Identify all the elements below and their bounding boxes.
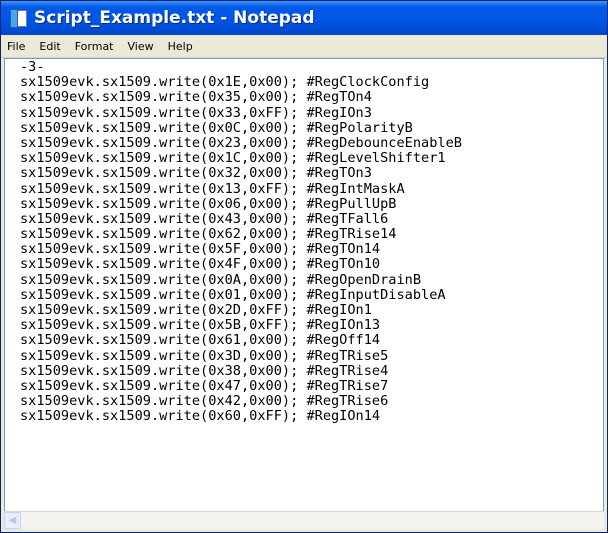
text-line[interactable]: sx1509evk.sx1509.write(0x4F,0x00); #RegT… (20, 257, 462, 272)
text-line[interactable]: sx1509evk.sx1509.write(0x62,0x00); #RegT… (20, 226, 462, 242)
text-line[interactable]: sx1509evk.sx1509.write(0x13,0xFF); #RegI… (20, 181, 462, 197)
menu-view[interactable]: View (121, 40, 161, 53)
text-line[interactable]: sx1509evk.sx1509.write(0x01,0x00); #RegI… (20, 287, 462, 303)
menu-help[interactable]: Help (161, 40, 200, 53)
notepad-window: Script_Example.txt - Notepad File Edit F… (0, 0, 608, 533)
text-line[interactable]: sx1509evk.sx1509.write(0x60,0xFF); #RegI… (20, 409, 462, 424)
menu-bar: File Edit Format View Help (1, 35, 607, 58)
text-editor[interactable]: -3- sx1509evk.sx1509.write(0x1E,0x00); #R… (4, 58, 604, 512)
text-line[interactable]: sx1509evk.sx1509.write(0x43,0x00); #RegT… (20, 211, 462, 227)
text-line[interactable]: -3- (20, 59, 462, 75)
menu-format[interactable]: Format (68, 40, 121, 53)
text-line[interactable]: sx1509evk.sx1509.write(0x2D,0xFF); #RegI… (20, 302, 462, 318)
horizontal-scrollbar[interactable]: ◀ (4, 511, 604, 529)
notepad-icon[interactable] (10, 9, 28, 28)
text-line[interactable]: sx1509evk.sx1509.write(0x35,0x00); #RegT… (20, 90, 462, 105)
text-line[interactable]: sx1509evk.sx1509.write(0x06,0x00); #RegP… (20, 196, 462, 212)
menu-file[interactable]: File (1, 40, 32, 53)
text-line[interactable]: sx1509evk.sx1509.write(0x1E,0x00); #RegC… (20, 74, 462, 90)
text-line[interactable]: sx1509evk.sx1509.write(0x5F,0x00); #RegT… (20, 242, 462, 257)
scroll-left-arrow-icon[interactable]: ◀ (4, 512, 21, 529)
text-line[interactable]: sx1509evk.sx1509.write(0x32,0x00); #RegT… (20, 166, 462, 181)
text-line[interactable]: sx1509evk.sx1509.write(0x61,0x00); #RegO… (20, 333, 462, 348)
menu-edit[interactable]: Edit (32, 40, 67, 53)
text-line[interactable]: sx1509evk.sx1509.write(0x3D,0x00); #RegT… (20, 348, 462, 364)
text-line[interactable]: sx1509evk.sx1509.write(0x47,0x00); #RegT… (20, 378, 462, 394)
text-line[interactable]: sx1509evk.sx1509.write(0x33,0xFF); #RegI… (20, 105, 462, 121)
text-line[interactable]: sx1509evk.sx1509.write(0x1C,0x00); #RegL… (20, 150, 462, 166)
text-line[interactable]: sx1509evk.sx1509.write(0x0C,0x00); #RegP… (20, 120, 462, 136)
text-line[interactable]: sx1509evk.sx1509.write(0x42,0x00); #RegT… (20, 393, 462, 409)
text-line[interactable]: sx1509evk.sx1509.write(0x0A,0x00); #RegO… (20, 272, 462, 288)
window-title: Script_Example.txt - Notepad (34, 8, 315, 28)
text-line[interactable]: sx1509evk.sx1509.write(0x5B,0xFF); #RegI… (20, 317, 462, 333)
title-bar[interactable]: Script_Example.txt - Notepad (1, 1, 607, 35)
document-text[interactable]: -3- sx1509evk.sx1509.write(0x1E,0x00); #R… (20, 59, 462, 425)
text-line[interactable]: sx1509evk.sx1509.write(0x38,0x00); #RegT… (20, 363, 462, 379)
text-line[interactable]: sx1509evk.sx1509.write(0x23,0x00); #RegD… (20, 135, 462, 151)
